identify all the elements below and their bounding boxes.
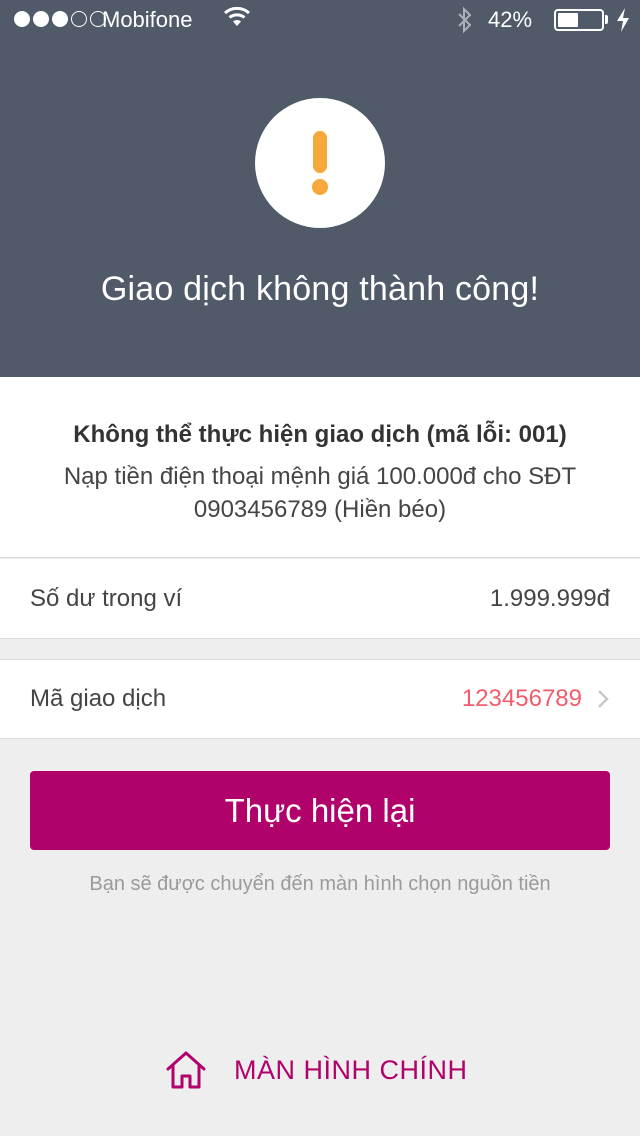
signal-strength-icon xyxy=(14,11,106,27)
wallet-balance-row: Số dư trong ví 1.999.999đ xyxy=(0,559,640,639)
wifi-icon xyxy=(224,6,250,26)
redirect-hint: Bạn sẽ được chuyển đến màn hình chọn ngu… xyxy=(89,873,551,895)
home-screen-link[interactable]: MÀN HÌNH CHÍNH xyxy=(164,1045,468,1095)
error-description: Nạp tiền điện thoại mệnh giá 100.000đ ch… xyxy=(63,463,577,523)
chevron-right-icon xyxy=(598,690,609,708)
bluetooth-icon xyxy=(458,6,472,34)
page-title: Giao dịch không thành công! xyxy=(100,270,540,308)
status-bar: Mobifone 42% xyxy=(0,0,640,40)
alert-badge xyxy=(255,98,385,228)
retry-button[interactable]: Thực hiện lại xyxy=(30,771,610,850)
transaction-value: 123456789 xyxy=(461,685,582,712)
error-title: Không thể thực hiện giao dịch (mã lỗi: 0… xyxy=(73,421,567,448)
battery-percent: 42% xyxy=(488,7,533,32)
transaction-label: Mã giao dịch xyxy=(30,685,167,712)
error-message-card: Không thể thực hiện giao dịch (mã lỗi: 0… xyxy=(0,377,640,558)
home-icon xyxy=(166,1051,206,1089)
balance-label: Số dư trong ví xyxy=(30,584,183,612)
transaction-id-row[interactable]: Mã giao dịch 123456789 xyxy=(0,659,640,739)
carrier-name: Mobifone xyxy=(102,7,193,32)
alert-icon xyxy=(312,131,328,195)
home-link-label: MÀN HÌNH CHÍNH xyxy=(234,1054,468,1085)
balance-value: 1.999.999đ xyxy=(489,584,610,612)
charging-icon xyxy=(617,8,629,32)
header: Mobifone 42% Giao dịch không thành công! xyxy=(0,0,640,377)
battery-icon xyxy=(554,9,604,31)
